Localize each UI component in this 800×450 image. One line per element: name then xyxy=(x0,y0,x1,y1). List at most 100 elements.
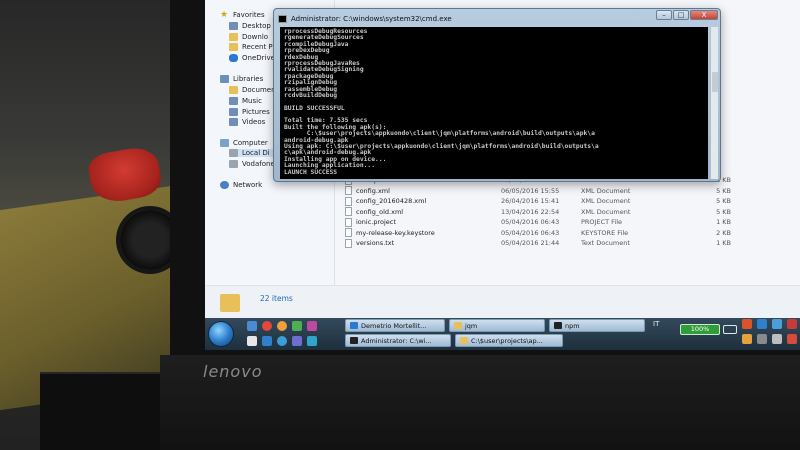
nav-onedrive-label: OneDrive xyxy=(242,54,275,62)
star-icon: ★ xyxy=(220,10,229,20)
file-size: 5 KB xyxy=(716,186,731,195)
app-icon[interactable] xyxy=(307,336,317,346)
nav-recent-places[interactable]: Recent P xyxy=(229,43,273,51)
notification-icon[interactable] xyxy=(787,319,797,329)
app-icon[interactable] xyxy=(307,321,317,331)
file-row[interactable]: ionic.project 05/04/2016 06:43 PROJECT Fil… xyxy=(345,217,800,227)
chrome-icon[interactable] xyxy=(262,321,272,331)
nav-local-disk[interactable]: Local Di xyxy=(229,149,276,157)
app-icon[interactable] xyxy=(292,336,302,346)
nav-recent-places-label: Recent P xyxy=(242,43,273,51)
start-button[interactable] xyxy=(208,321,234,347)
nav-music[interactable]: Music xyxy=(229,97,262,105)
power-plug-icon xyxy=(723,325,737,334)
computer-icon xyxy=(220,139,229,147)
battery-indicator[interactable]: 100% xyxy=(680,324,720,335)
maximize-button[interactable]: □ xyxy=(673,10,689,20)
nav-onedrive[interactable]: OneDrive xyxy=(229,54,275,62)
file-row[interactable]: config_20160428.xml 26/04/2016 15:41 XML D… xyxy=(345,196,800,206)
file-icon xyxy=(345,217,352,227)
file-size: 1 KB xyxy=(716,218,731,226)
language-indicator[interactable]: IT xyxy=(653,320,659,328)
libraries-icon xyxy=(220,75,229,83)
desktop-icon xyxy=(229,22,238,30)
app-icon[interactable] xyxy=(292,321,302,331)
nav-desktop[interactable]: Desktop xyxy=(229,22,271,30)
taskbar-button-1[interactable]: jqm xyxy=(449,319,545,332)
music-icon xyxy=(229,97,238,105)
nav-pictures-label: Pictures xyxy=(242,108,270,116)
file-row[interactable]: config.xml 06/05/2016 15:55 XML Document 5 … xyxy=(345,186,800,196)
taskbar-button-3[interactable]: Administrator: C:\wi... xyxy=(345,334,451,347)
app-icon[interactable] xyxy=(262,336,272,346)
volume-icon[interactable] xyxy=(772,334,782,344)
minimize-button[interactable]: – xyxy=(656,10,672,20)
nav-downloads-label: Downlo xyxy=(242,33,269,41)
file-row[interactable]: config_old.xml 13/04/2016 22:54 XML Docume… xyxy=(345,207,800,217)
notification-icon[interactable] xyxy=(742,319,752,329)
file-icon xyxy=(345,196,352,206)
cmd-titlebar[interactable]: Administrator: C:\windows\system32\cmd.e… xyxy=(278,12,716,26)
nav-vodafone-label: Vodafone xyxy=(242,160,275,168)
taskbar-app-icon xyxy=(350,322,358,329)
quicklaunch-icon[interactable] xyxy=(247,321,257,331)
nav-network[interactable]: Network xyxy=(220,181,262,189)
file-type: XML Document xyxy=(581,197,631,205)
notification-icon[interactable] xyxy=(757,319,767,329)
firefox-icon[interactable] xyxy=(277,321,287,331)
notification-icon[interactable] xyxy=(757,334,767,344)
taskbar-app-icon xyxy=(454,322,462,329)
taskbar: Demetrio Mortellit... jqm npm Administra… xyxy=(205,318,800,350)
file-size: 5 KB xyxy=(716,197,731,205)
notification-icon[interactable] xyxy=(787,334,797,344)
nav-downloads[interactable]: Downlo xyxy=(229,33,268,41)
laptop-stand xyxy=(40,372,170,450)
file-name: config_old.xml xyxy=(356,207,404,216)
cmd-window[interactable]: Administrator: C:\windows\system32\cmd.e… xyxy=(273,8,721,182)
file-type: KEYSTORE File xyxy=(581,228,629,237)
videos-icon xyxy=(229,118,238,126)
cmd-scrollbar[interactable] xyxy=(710,27,718,179)
vodafone-drive-icon xyxy=(229,160,238,168)
file-row[interactable]: my-release-key.keystore 05/04/2016 06:43 K… xyxy=(345,228,800,238)
cmd-window-controls: – □ X xyxy=(656,10,718,20)
nav-favorites[interactable]: ★ Favorites xyxy=(220,10,265,20)
lenovo-logo: lenovo xyxy=(203,362,263,381)
cmd-scrollbar-thumb[interactable] xyxy=(712,72,718,92)
file-row[interactable]: versions.txt 05/04/2016 21:44 Text Documen… xyxy=(345,238,800,248)
nav-videos[interactable]: Videos xyxy=(229,118,265,126)
cmd-console-output[interactable]: rprocessDebugResources rgenerateDebugSour… xyxy=(280,27,708,179)
skype-icon[interactable] xyxy=(277,336,287,346)
taskbar-button-4[interactable]: C:\$user\projects\ap... xyxy=(455,334,563,347)
file-type: PROJECT File xyxy=(581,218,623,226)
file-name: config_20160428.xml xyxy=(356,197,427,205)
nav-documents-label: Documen xyxy=(242,86,276,94)
app-icon[interactable] xyxy=(247,336,257,346)
file-size: 1 KB xyxy=(716,239,731,247)
network-icon xyxy=(220,181,229,189)
taskbar-button-label: npm xyxy=(565,321,580,330)
nav-vodafone[interactable]: Vodafone xyxy=(229,160,275,168)
file-date: 05/04/2016 06:43 xyxy=(501,218,560,226)
close-button[interactable]: X xyxy=(690,10,718,20)
nav-libraries-label: Libraries xyxy=(233,75,264,83)
taskbar-button-2[interactable]: npm xyxy=(549,319,645,332)
nav-videos-label: Videos xyxy=(242,118,266,126)
nav-pictures[interactable]: Pictures xyxy=(229,108,270,116)
nav-libraries[interactable]: Libraries xyxy=(220,75,263,83)
notification-icon[interactable] xyxy=(742,334,752,344)
file-size: 5 KB xyxy=(716,207,731,216)
taskbar-button-0[interactable]: Demetrio Mortellit... xyxy=(345,319,445,332)
nav-documents[interactable]: Documen xyxy=(229,86,276,94)
file-name: config.xml xyxy=(356,186,390,195)
taskbar-button-label: Administrator: C:\wi... xyxy=(361,336,432,345)
downloads-folder-icon xyxy=(229,33,238,41)
documents-icon xyxy=(229,86,238,94)
file-name: ionic.project xyxy=(356,218,396,226)
notification-icon[interactable] xyxy=(772,319,782,329)
file-date: 06/05/2016 15:55 xyxy=(501,186,560,195)
nav-computer[interactable]: Computer xyxy=(220,139,268,147)
nav-network-label: Network xyxy=(233,181,263,189)
taskbar-app-icon xyxy=(460,337,468,344)
items-count: 22 items xyxy=(260,294,293,303)
